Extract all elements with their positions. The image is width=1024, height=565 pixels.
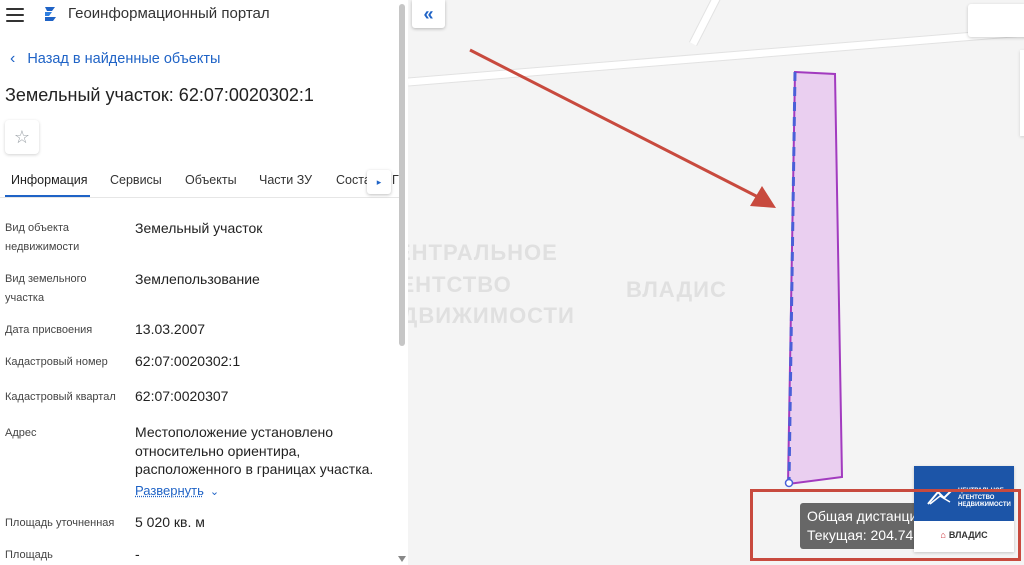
brand-logo-block: ЦЕНТРАЛЬНОЕ АГЕНТСТВО НЕДВИЖИМОСТИ [914,466,1014,521]
panel-header: Геоинформационный портал [0,0,400,30]
triangle-right-icon: ▸ [376,176,382,187]
page-title: Земельный участок: 62:07:0020302:1 [5,85,314,105]
scroll-down-arrow-icon[interactable] [398,556,406,562]
panel-scrollbar[interactable] [399,4,405,346]
brand-text: ЦЕНТРАЛЬНОЕ АГЕНТСТВО НЕДВИЖИМОСТИ [958,488,1011,508]
brand-name: ⌂ ВЛАДИС [940,530,988,540]
collapse-panel-button[interactable]: « [412,0,445,28]
tab-parts[interactable]: Части ЗУ [259,173,312,187]
info-value: Земельный участок [135,220,263,236]
tab-composition[interactable]: Соста [336,173,371,187]
tab-bar: Информация Сервисы Объекты Части ЗУ Сост… [0,168,400,198]
map-control-button[interactable] [968,4,1024,37]
info-label: Вид земельного участка [5,273,87,304]
info-label: Адрес [5,427,37,439]
parcel-polygon [786,70,844,486]
brand-logo-icon [927,489,953,505]
tab-info[interactable]: Информация [11,173,88,187]
chevron-left-icon: ‹ [10,50,16,67]
back-link-label: Назад в найденные объекты [27,51,221,67]
info-value: 5 020 кв. м [135,514,205,530]
tab-services[interactable]: Сервисы [110,173,162,187]
menu-icon[interactable] [6,8,24,22]
house-icon: ⌂ [940,530,946,540]
double-chevron-left-icon: « [423,3,434,24]
info-label: Вид объекта недвижимости [5,222,80,253]
chevron-down-icon: ⌄ [209,486,220,498]
annotation-arrow [469,48,761,200]
info-label: Кадастровый номер [5,356,108,368]
favorite-button[interactable]: ☆ [5,120,39,154]
info-label: Кадастровый квартал [5,391,116,403]
tab-more[interactable]: Г [392,173,399,187]
info-panel: Геоинформационный портал ‹ Назад в найде… [0,0,408,565]
info-value: 62:07:0020302:1 [135,353,241,369]
portal-title: Геоинформационный портал [68,5,270,22]
info-label: Площадь уточненная [5,517,115,529]
map-toolbar[interactable] [1020,50,1024,136]
back-to-results-link[interactable]: ‹ Назад в найденные объекты [10,50,221,68]
info-value: Землепользование [135,271,260,287]
active-tab-indicator [5,195,90,197]
info-value: 62:07:0020307 [135,388,229,404]
brand-badge: ЦЕНТРАЛЬНОЕ АГЕНТСТВО НЕДВИЖИМОСТИ ⌂ ВЛАД… [914,466,1014,552]
info-value: - [135,546,140,562]
expand-link[interactable]: Развернуть [135,483,204,498]
star-icon: ☆ [13,126,31,147]
expand-address[interactable]: Развернуть ⌄ [135,482,219,500]
info-value: 13.03.2007 [135,321,206,337]
tab-objects[interactable]: Объекты [185,173,237,187]
info-value: Местоположение установлено относительно … [135,424,374,477]
info-label: Площадь [5,549,53,561]
info-label: Дата присвоения [5,324,93,336]
tabs-scroll-right-button[interactable]: ▸ [367,170,391,194]
portal-logo-icon [45,7,56,21]
